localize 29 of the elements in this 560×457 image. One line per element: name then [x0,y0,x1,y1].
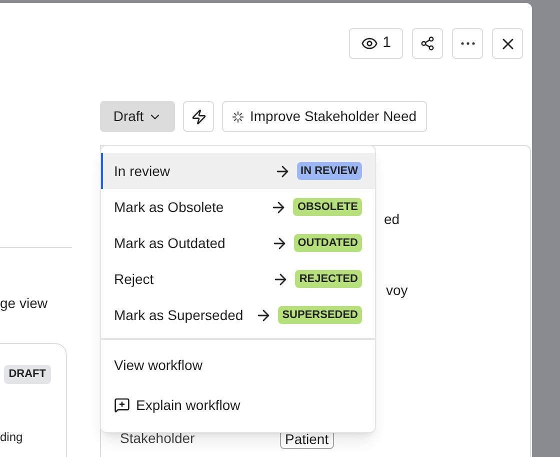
card-text: ding [0,428,23,446]
status-badge: REJECTED [295,270,362,288]
viewers-button[interactable]: 1 [348,28,403,59]
share-button[interactable] [412,28,443,59]
field-label: Stakeholder [120,429,196,448]
detail-text: voy [386,281,409,300]
status-badge: SUPERSEDED [278,306,362,324]
status-badge: OBSOLETE [293,198,362,216]
sparkle-icon [232,110,244,122]
status-dropdown-button[interactable]: Draft [100,101,175,132]
status-menu-item[interactable]: Mark as Outdated OUTDATED [101,225,375,261]
view-link-text: ge view [0,294,48,313]
close-button[interactable] [492,28,523,59]
lightning-icon [190,108,206,124]
share-icon [420,36,435,51]
improve-button[interactable]: Improve Stakeholder Need [222,101,427,132]
status-badge: OUTDATED [294,234,362,252]
more-icon [460,42,474,45]
workflow-menu-item[interactable]: Explain workflow [101,385,375,425]
automation-button[interactable] [183,101,214,132]
status-badge: IN REVIEW [296,162,362,180]
detail-text: ed [384,210,401,229]
status-menu-item[interactable]: Mark as Superseded SUPERSEDED [101,297,375,333]
workflow-menu-item[interactable]: View workflow [101,345,375,385]
status-menu-item[interactable]: Reject REJECTED [101,261,375,297]
status-badge: DRAFT [4,365,51,384]
status-menu-item[interactable]: In review IN REVIEW [101,153,375,189]
status-menu-item[interactable]: Mark as Obsolete OBSOLETE [101,189,375,225]
eye-icon [360,35,378,52]
